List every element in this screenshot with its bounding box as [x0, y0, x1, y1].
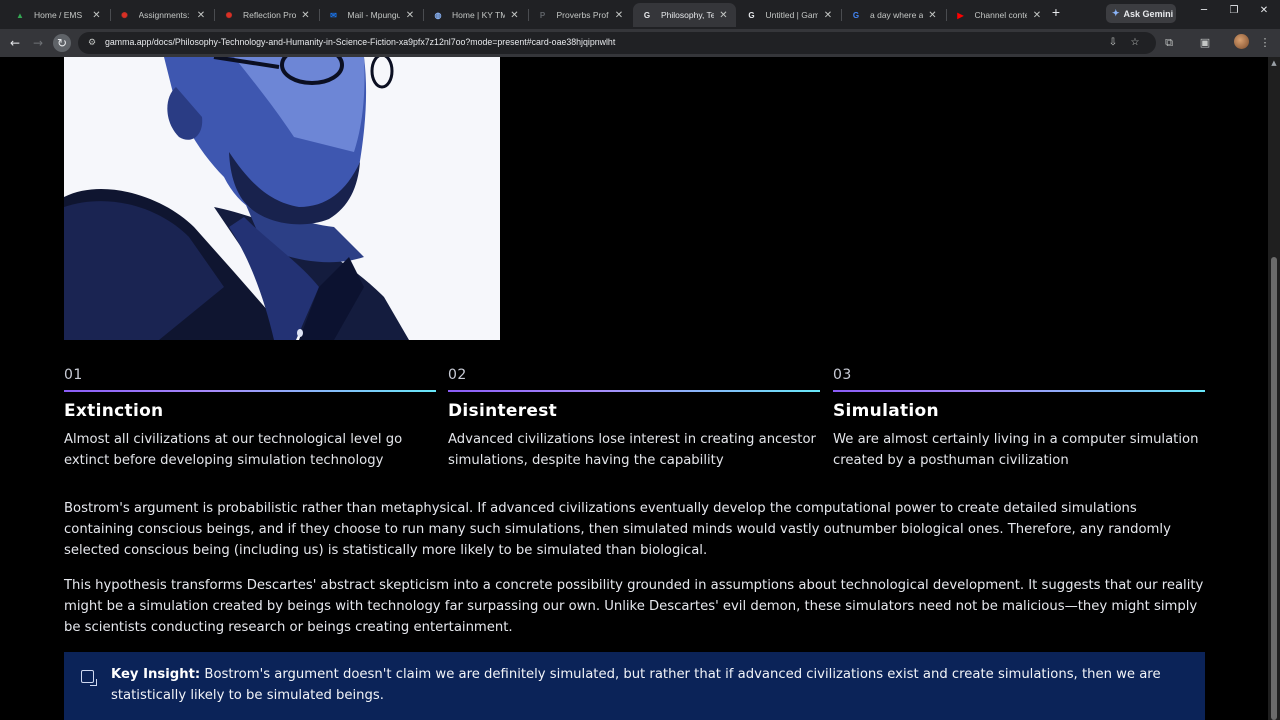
- browser-tab[interactable]: ▲ Home / EMS ✕: [6, 3, 109, 27]
- proverbs-icon: P: [539, 10, 546, 20]
- tab-separator: [318, 9, 320, 21]
- close-tab-icon[interactable]: ✕: [195, 10, 207, 21]
- browser-tab[interactable]: G Untitled | Gamm✕: [738, 3, 841, 27]
- browser-tab[interactable]: G Philosophy, Tec ✕: [633, 3, 736, 27]
- google-icon: G: [852, 10, 860, 20]
- tab-title: Assignments: Pl: [138, 10, 192, 20]
- option-column-2: 02 Disinterest Advanced civilizations lo…: [448, 367, 820, 471]
- gemini-sparkle-icon: ✦: [1112, 8, 1120, 18]
- tab-separator: [527, 9, 529, 21]
- close-tab-icon[interactable]: ✕: [509, 10, 521, 21]
- close-tab-icon[interactable]: ✕: [300, 10, 312, 21]
- outlook-icon: ✉: [330, 10, 337, 20]
- gradient-divider: [64, 390, 436, 392]
- close-tab-icon[interactable]: ✕: [822, 10, 834, 21]
- callout-label: Key Insight:: [111, 667, 201, 682]
- option-number: 02: [448, 367, 467, 383]
- option-description: Advanced civilizations lose interest in …: [448, 432, 816, 468]
- browser-tab[interactable]: ▶ Channel conten✕: [947, 3, 1050, 27]
- scroll-thumb[interactable]: [1271, 257, 1277, 720]
- presentation-card: 01 Extinction Almost all civilizations a…: [0, 57, 1268, 720]
- install-app-icon[interactable]: ⇩: [1106, 36, 1120, 50]
- tab-separator: [109, 9, 111, 21]
- side-panel-icon[interactable]: ▣: [1196, 34, 1214, 52]
- browser-tab[interactable]: ◍ Home | KY TMU ✕: [424, 3, 527, 27]
- option-title: Disinterest: [448, 401, 558, 421]
- callout-body: Bostrom's argument doesn't claim we are …: [111, 667, 1161, 703]
- page-scrollbar[interactable]: ▲: [1268, 57, 1280, 720]
- option-number: 01: [64, 367, 83, 383]
- callout-text: Key Insight: Bostrom's argument doesn't …: [111, 664, 1191, 706]
- option-column-1: 01 Extinction Almost all civilizations a…: [64, 367, 436, 471]
- close-tab-icon[interactable]: ✕: [1031, 10, 1043, 21]
- bookmark-star-icon[interactable]: ☆: [1128, 36, 1142, 50]
- tab-separator: [841, 9, 842, 21]
- option-number: 03: [833, 367, 852, 383]
- option-title: Extinction: [64, 401, 164, 421]
- gradient-divider: [448, 390, 820, 392]
- close-tab-icon[interactable]: ✕: [91, 10, 103, 21]
- browser-tab[interactable]: Ga day where a s ✕: [842, 3, 945, 27]
- new-tab-button[interactable]: +: [1048, 4, 1064, 22]
- tab-title: Home | KY TMU: [452, 10, 505, 20]
- tab-title: Untitled | Gamm: [765, 10, 819, 20]
- menu-kebab-icon[interactable]: ⋮: [1256, 34, 1274, 52]
- tab-title: Home / EMS: [34, 10, 83, 20]
- portrait-illustration: [64, 57, 500, 340]
- scroll-up-arrow-icon[interactable]: ▲: [1270, 59, 1278, 67]
- restore-icon[interactable]: ❐: [1226, 5, 1242, 21]
- site-info-icon[interactable]: ⚙: [86, 37, 98, 49]
- close-tab-icon[interactable]: ✕: [927, 10, 939, 21]
- tab-title: Philosophy, Tec: [661, 10, 714, 20]
- close-tab-icon[interactable]: ✕: [718, 10, 730, 21]
- close-window-icon[interactable]: ✕: [1256, 5, 1272, 21]
- tab-separator: [945, 9, 947, 21]
- ask-gemini-button[interactable]: ✦ Ask Gemini: [1106, 4, 1176, 23]
- option-title: Simulation: [833, 401, 939, 421]
- tab-separator: [423, 9, 424, 21]
- note-icon: [81, 670, 97, 686]
- toolbar: ← → ↻ ⚙ gamma.app/docs/Philosophy-Techno…: [0, 29, 1280, 57]
- body-paragraph-2: This hypothesis transforms Descartes' ab…: [64, 578, 1204, 635]
- gamma-icon: G: [748, 10, 755, 20]
- ems-icon: ▲: [16, 10, 24, 20]
- forward-icon[interactable]: →: [29, 34, 47, 52]
- ask-gemini-label: Ask Gemini: [1123, 8, 1174, 19]
- tab-title: Reflection Proje: [243, 10, 296, 20]
- tab-title: Proverbs Profits: [556, 10, 610, 20]
- portrait-image: [64, 57, 500, 340]
- option-column-3: 03 Simulation We are almost certainly li…: [833, 367, 1205, 471]
- tab-title: Mail - Mpungu,: [347, 10, 401, 20]
- body-paragraph-1: Bostrom's argument is probabilistic rath…: [64, 501, 1171, 558]
- option-description: We are almost certainly living in a comp…: [833, 432, 1199, 468]
- browser-tab[interactable]: ✉ Mail - Mpungu, ✕: [320, 3, 423, 27]
- tab-strip: ▲Home / EMS✕✺Assignments: Pl✕✺Reflection…: [0, 0, 1280, 29]
- close-tab-icon[interactable]: ✕: [404, 10, 416, 21]
- option-description: Almost all civilizations at our technolo…: [64, 432, 403, 468]
- address-bar[interactable]: ⚙ gamma.app/docs/Philosophy-Technology-a…: [78, 32, 1156, 54]
- profile-avatar[interactable]: [1234, 34, 1249, 49]
- key-insight-callout: Key Insight: Bostrom's argument doesn't …: [64, 652, 1205, 720]
- reload-icon[interactable]: ↻: [53, 34, 71, 52]
- gradient-divider: [833, 390, 1205, 392]
- extensions-icon[interactable]: ⧉: [1160, 34, 1178, 52]
- url-text[interactable]: gamma.app/docs/Philosophy-Technology-and…: [105, 37, 615, 47]
- globe-icon: ◍: [434, 10, 442, 20]
- browser-tab[interactable]: ✺ Reflection Proje ✕: [215, 3, 318, 27]
- back-icon[interactable]: ←: [6, 34, 24, 52]
- close-tab-icon[interactable]: ✕: [613, 10, 625, 21]
- browser-tab[interactable]: P Proverbs Profits✕: [529, 3, 632, 27]
- canvas-icon: ✺: [121, 10, 128, 20]
- youtube-icon: ▶: [957, 10, 964, 20]
- tab-separator: [214, 9, 215, 21]
- canvas-icon: ✺: [225, 10, 233, 20]
- browser-tab[interactable]: ✺ Assignments: Pl✕: [111, 3, 214, 27]
- minimize-icon[interactable]: ─: [1196, 5, 1212, 21]
- gamma-icon: G: [643, 10, 651, 20]
- tab-title: Channel conten: [974, 10, 1028, 20]
- tab-title: a day where a s: [870, 10, 923, 20]
